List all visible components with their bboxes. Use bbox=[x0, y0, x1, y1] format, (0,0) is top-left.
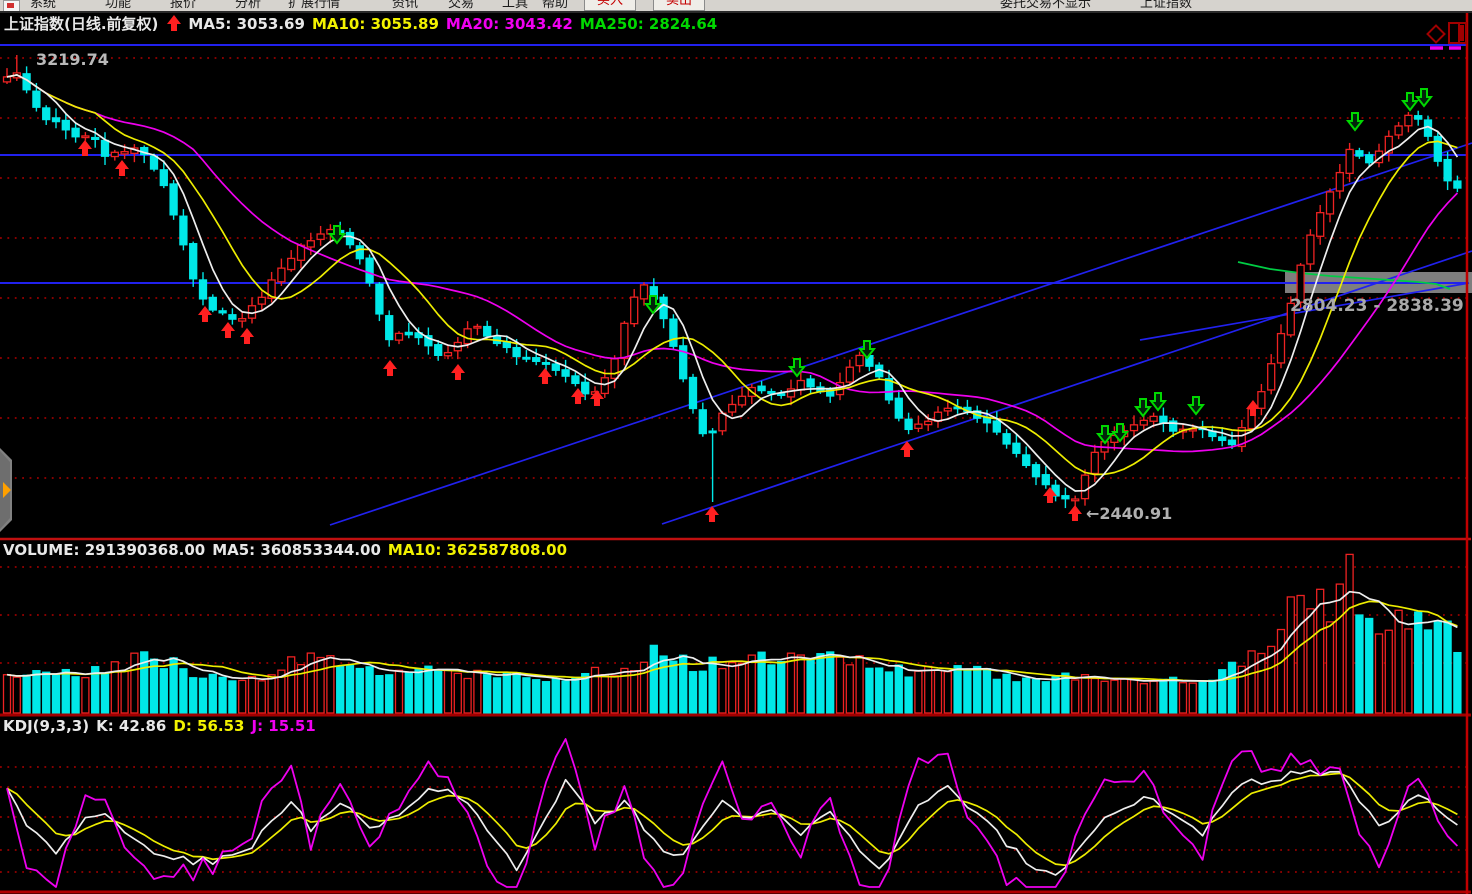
menu-item-6[interactable]: 资讯 bbox=[392, 0, 418, 11]
kdj-j-label: J: 15.51 bbox=[252, 717, 316, 735]
trading-app-window: 系统 功能 报价 分析 扩展行情 资讯 交易 工具 帮助 买入 卖出 委托交易不显示 上证指数 上证指数… bbox=[0, 0, 1472, 894]
app-icon[interactable] bbox=[3, 0, 20, 12]
low-price-annotation: ←2440.91 bbox=[1086, 504, 1172, 523]
chart-title: 上证指数(日线.前复权) bbox=[4, 15, 158, 33]
main-chart-header: 上证指数(日线.前复权) MA5: 3053.69 MA10: 3055.89 MA2… bbox=[4, 13, 724, 35]
volume-ma5-label: MA5: 360853344.00 bbox=[212, 541, 381, 559]
menu-item-9[interactable]: 帮助 bbox=[542, 0, 568, 11]
ma20-label: MA20: 3043.42 bbox=[446, 15, 573, 33]
kdj-d-label: D: 56.53 bbox=[173, 717, 244, 735]
kdj-title: KDJ(9,3,3) bbox=[3, 717, 89, 735]
menu-item-5[interactable]: 扩展行情 bbox=[288, 0, 340, 11]
buy-button[interactable]: 买入 bbox=[584, 0, 636, 11]
volume-ma10-label: MA10: 362587808.00 bbox=[388, 541, 567, 559]
kdj-panel-header: KDJ(9,3,3) K: 42.86 D: 56.53 J: 15.51 bbox=[3, 717, 323, 735]
menu-item-1[interactable]: 系统 bbox=[30, 0, 56, 11]
menu-bar: 系统 功能 报价 分析 扩展行情 资讯 交易 工具 帮助 买入 卖出 委托交易不显示 上证指数 bbox=[0, 0, 1472, 13]
menu-item-2[interactable]: 功能 bbox=[105, 0, 131, 11]
ma5-label: MA5: 3053.69 bbox=[188, 15, 305, 33]
up-arrow-icon bbox=[167, 15, 181, 35]
kdj-k-label: K: 42.86 bbox=[96, 717, 166, 735]
band-range-annotation: 2804.23 - 2838.39 bbox=[1290, 296, 1464, 316]
chart-canvas[interactable] bbox=[0, 0, 1472, 894]
ma10-label: MA10: 3055.89 bbox=[312, 15, 439, 33]
menu-item-7[interactable]: 交易 bbox=[448, 0, 474, 11]
menu-item-3[interactable]: 报价 bbox=[170, 0, 196, 11]
app-icon-glyph bbox=[7, 3, 14, 8]
ma250-label: MA250: 2824.64 bbox=[580, 15, 717, 33]
volume-label: VOLUME: 291390368.00 bbox=[3, 541, 205, 559]
status-text: 委托交易不显示 bbox=[1000, 0, 1091, 11]
split-window-icon[interactable] bbox=[1448, 21, 1468, 49]
menu-item-8[interactable]: 工具 bbox=[502, 0, 528, 11]
sidebar-collapse-handle[interactable] bbox=[0, 448, 13, 532]
high-price-annotation: 3219.74 bbox=[36, 50, 109, 69]
sell-button[interactable]: 卖出 bbox=[653, 0, 705, 11]
menu-item-4[interactable]: 分析 bbox=[235, 0, 261, 11]
volume-panel-header: VOLUME: 291390368.00 MA5: 360853344.00 MA1… bbox=[3, 541, 574, 559]
diamond-tool-icon[interactable] bbox=[1424, 22, 1448, 50]
current-index-label: 上证指数 bbox=[1140, 0, 1192, 11]
